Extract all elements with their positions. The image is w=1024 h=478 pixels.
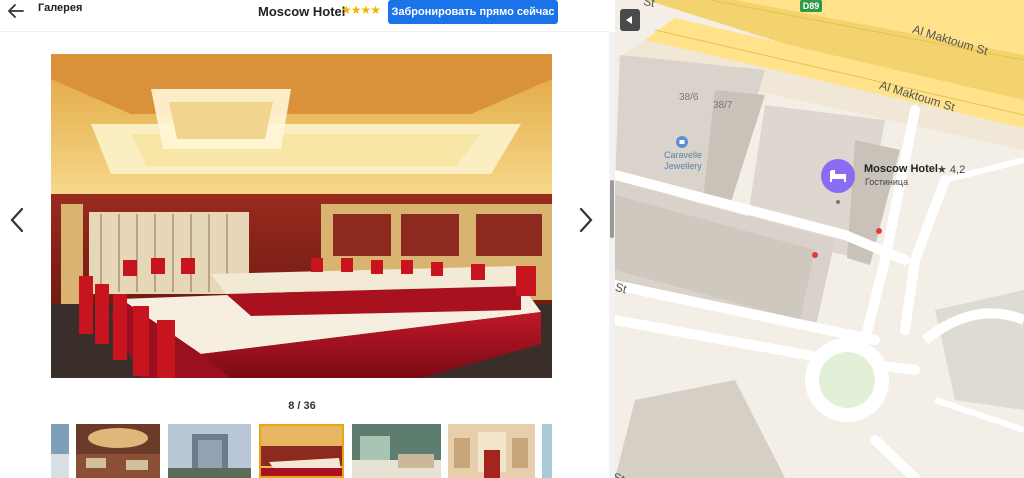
jewellery-poi-label[interactable]: Caravelle Jewellery xyxy=(657,150,709,172)
thumbnail-photo-current[interactable] xyxy=(259,424,344,478)
bed-icon xyxy=(830,170,846,182)
map-marker-dot[interactable] xyxy=(812,252,818,258)
map-canvas xyxy=(615,0,1024,478)
next-photo-button[interactable] xyxy=(573,205,597,235)
map-marker-dot[interactable] xyxy=(876,228,882,234)
building-number-38-7: 38/7 xyxy=(713,100,733,111)
photo-gallery: 8 / 36 xyxy=(0,32,610,478)
hotel-map-name[interactable]: Moscow Hotel xyxy=(864,163,938,175)
book-now-button[interactable]: Забронировать прямо сейчас xyxy=(388,0,558,24)
thumbnail-photo-10[interactable] xyxy=(352,424,441,478)
road-badge: D89 xyxy=(800,0,822,12)
thumbnail-photo-6[interactable] xyxy=(51,424,69,478)
thumbnail-photo-7[interactable] xyxy=(76,424,160,478)
building-number-38-6: 38/6 xyxy=(679,92,699,103)
gallery-header: Галерея Moscow Hotel ★★★★ Забронировать … xyxy=(0,0,612,28)
jewellery-poi-icon[interactable] xyxy=(676,136,688,148)
map-panel[interactable]: D89 St Al Maktoum St Al Maktoum St St St… xyxy=(615,0,1024,478)
hotel-map-type: Гостиница xyxy=(865,177,909,187)
hotel-pin-anchor xyxy=(836,200,840,204)
gallery-title: Галерея xyxy=(38,2,83,14)
photo-counter: 8 / 36 xyxy=(288,400,316,412)
thumbnail-photo-11[interactable] xyxy=(448,424,535,478)
hotel-map-pin[interactable] xyxy=(821,159,855,193)
previous-photo-button[interactable] xyxy=(6,205,30,235)
thumbnail-photo-12[interactable] xyxy=(542,424,552,478)
thumbnail-photo-8[interactable] xyxy=(168,424,251,478)
conference-room-photo xyxy=(51,54,552,378)
main-photo[interactable] xyxy=(51,54,552,378)
hotel-name: Moscow Hotel xyxy=(258,4,346,19)
back-arrow-icon[interactable] xyxy=(6,1,26,21)
thumbnail-strip xyxy=(51,424,552,478)
scrollbar-thumb[interactable] xyxy=(610,180,614,238)
collapse-map-button[interactable] xyxy=(620,9,640,31)
star-rating: ★★★★ xyxy=(341,3,381,17)
hotel-map-rating: ★ 4,2 xyxy=(937,164,966,176)
